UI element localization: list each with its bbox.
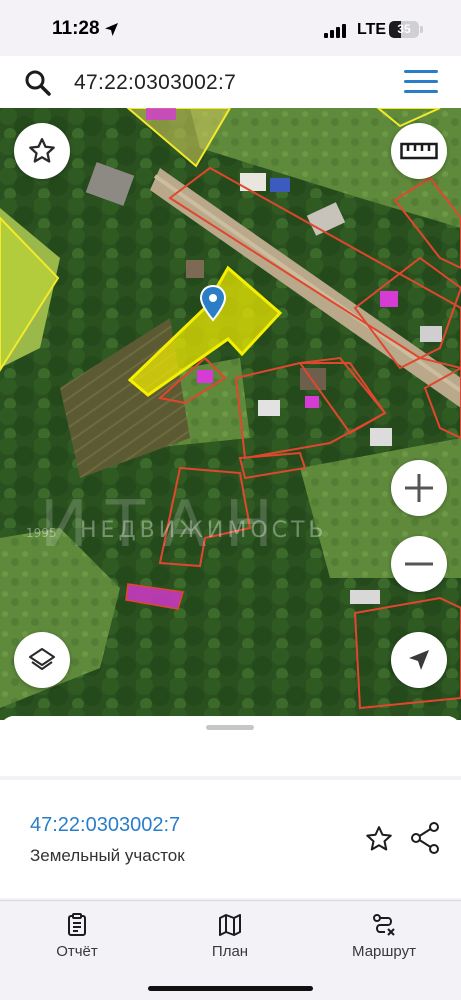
parcel-card[interactable]: 47:22:0303002:7 Земельный участок: [0, 780, 461, 898]
battery-tip: [420, 26, 423, 33]
route-icon: [373, 914, 395, 936]
signal-strength-icon: [324, 24, 348, 38]
report-icon: [68, 913, 86, 936]
tab-route-label: Маршрут: [352, 943, 416, 960]
tab-route[interactable]: Маршрут: [334, 913, 434, 960]
ruler-icon: [400, 142, 438, 160]
location-services-icon: [105, 23, 118, 36]
home-indicator[interactable]: [148, 986, 313, 991]
star-icon: [29, 138, 55, 163]
plus-icon: [405, 474, 433, 502]
hamburger-menu-icon[interactable]: [404, 70, 438, 94]
my-location-button[interactable]: [391, 632, 447, 688]
map-plan-icon: [219, 914, 241, 936]
map-watermark-subtitle: НЕДВИЖИМОСТЬ: [80, 518, 328, 543]
battery-level: 35: [397, 22, 411, 36]
zoom-in-button[interactable]: [391, 460, 447, 516]
search-input[interactable]: 47:22:0303002:7: [74, 71, 236, 95]
minus-icon: [405, 562, 433, 566]
tab-report[interactable]: Отчёт: [27, 913, 127, 960]
tab-plan-label: План: [211, 943, 249, 960]
favorite-star-icon[interactable]: [364, 824, 394, 854]
map-view[interactable]: ИТАН 1995 НЕДВИЖИМОСТЬ: [0, 108, 461, 720]
tab-bar: Отчёт План Маршрут: [0, 900, 461, 1000]
layers-button[interactable]: [14, 632, 70, 688]
sheet-grabber[interactable]: [206, 725, 254, 730]
favorite-map-button[interactable]: [14, 123, 70, 179]
map-watermark-year: 1995: [26, 526, 57, 540]
parcel-cadastral-number[interactable]: 47:22:0303002:7: [30, 814, 180, 837]
parcel-type: Земельный участок: [30, 846, 185, 865]
ruler-button[interactable]: [391, 123, 447, 179]
search-bar[interactable]: 47:22:0303002:7: [6, 60, 455, 104]
share-icon[interactable]: [410, 822, 440, 854]
search-icon[interactable]: [24, 69, 52, 97]
status-bar: 11:28 LTE 35: [0, 0, 461, 56]
network-type: LTE: [357, 21, 387, 38]
tab-plan[interactable]: План: [180, 913, 280, 960]
battery-icon: 35: [389, 21, 419, 38]
zoom-out-button[interactable]: [391, 536, 447, 592]
location-arrow-icon: [409, 650, 429, 670]
sheet-handle-area[interactable]: [0, 716, 461, 776]
tab-report-label: Отчёт: [56, 943, 98, 960]
layers-icon: [29, 648, 55, 670]
status-time: 11:28: [52, 18, 100, 39]
satellite-map[interactable]: [0, 108, 461, 720]
